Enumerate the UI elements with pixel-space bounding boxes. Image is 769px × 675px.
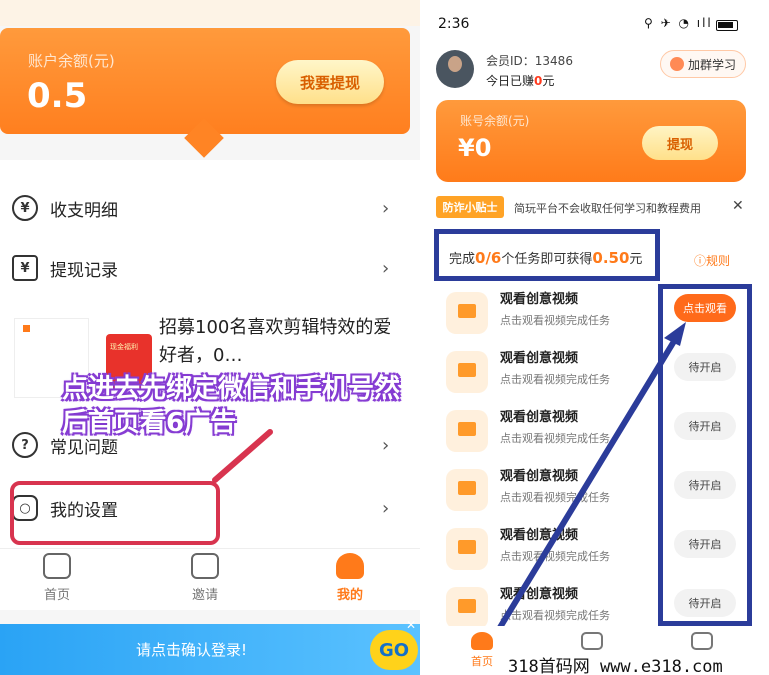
login-banner[interactable]: 请点击确认登录!	[0, 624, 420, 675]
nav-home[interactable]: 首页	[462, 632, 502, 669]
screenshot-root: 账户余额(元) 0.5 我要提现 ¥ 收支明细 › ¥ 提现记录 › 现金福利 …	[0, 0, 769, 675]
bottom-nav: 首页 邀请 我的	[0, 548, 420, 610]
nav-mine[interactable]	[682, 632, 722, 650]
nav-label: 首页	[471, 655, 493, 668]
nav-mine[interactable]: 我的	[315, 549, 385, 611]
watermark: 318首码网 www.e318.com	[508, 657, 723, 675]
invite-icon	[581, 632, 603, 650]
invite-icon	[191, 553, 219, 579]
blue-arrow-annotation	[493, 322, 686, 637]
home-icon	[43, 553, 71, 579]
go-button[interactable]: GO	[370, 630, 418, 670]
nav-label: 邀请	[191, 588, 218, 603]
nav-invite[interactable]	[572, 632, 612, 650]
right-phone-screen: 2:36 ⚲ ✈ ◔ ıll 会员ID：13486 今日已赚0元 加群学习 账号…	[424, 0, 769, 675]
profile-icon	[691, 632, 713, 650]
login-banner-text: 请点击确认登录!	[136, 641, 248, 659]
nav-home[interactable]: 首页	[22, 549, 92, 611]
nav-label: 首页	[43, 588, 70, 603]
nav-invite[interactable]: 邀请	[170, 549, 240, 611]
profile-icon	[336, 553, 364, 579]
close-icon[interactable]: ✕	[406, 618, 416, 632]
nav-label: 我的	[336, 588, 363, 603]
left-phone-screen: 账户余额(元) 0.5 我要提现 ¥ 收支明细 › ¥ 提现记录 › 现金福利 …	[0, 0, 420, 675]
home-icon	[471, 632, 493, 650]
